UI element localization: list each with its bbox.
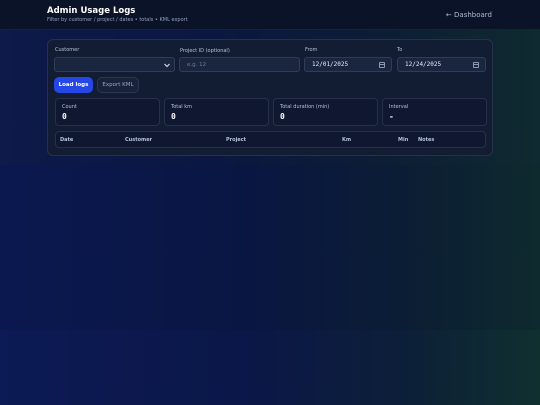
customer-label: Customer <box>55 47 80 53</box>
customer-select[interactable] <box>54 57 175 72</box>
top-bar: Admin Usage Logs Filter by customer / pr… <box>0 0 540 30</box>
chevron-down-icon <box>164 63 170 68</box>
stat-interval: Interval - <box>382 98 487 126</box>
stat-label: Interval <box>389 104 409 110</box>
calendar-icon[interactable] <box>379 62 385 68</box>
stat-value: 0 <box>280 112 285 121</box>
to-date-value: 12/24/2025 <box>405 61 442 68</box>
background-band-bottom <box>0 330 540 405</box>
page-title: Admin Usage Logs <box>47 6 136 16</box>
to-label: To <box>397 47 403 53</box>
column-header-customer: Customer <box>125 137 153 143</box>
stat-label: Total km <box>171 104 193 110</box>
to-date-input[interactable]: 12/24/2025 <box>397 57 486 72</box>
project-id-input[interactable]: e.g. 12 <box>179 57 300 72</box>
column-header-km: Km <box>342 137 352 143</box>
stat-total-km: Total km 0 <box>164 98 269 126</box>
load-logs-button[interactable]: Load logs <box>54 77 93 93</box>
stat-count: Count 0 <box>55 98 160 126</box>
logs-table-header: Date Customer Project Km Min Notes <box>55 131 486 148</box>
project-id-placeholder: e.g. 12 <box>187 61 207 68</box>
column-header-notes: Notes <box>418 137 435 143</box>
from-date-input[interactable]: 12/01/2025 <box>304 57 392 72</box>
page-subtitle: Filter by customer / project / dates • t… <box>47 17 188 23</box>
column-header-min: Min <box>398 137 409 143</box>
stat-value: 0 <box>171 112 176 121</box>
calendar-icon[interactable] <box>473 62 479 68</box>
stat-total-duration: Total duration (min) 0 <box>273 98 378 126</box>
background-band-middle <box>0 165 540 330</box>
column-header-project: Project <box>226 137 247 143</box>
stat-label: Total duration (min) <box>280 104 330 110</box>
export-kml-button[interactable]: Export KML <box>97 77 139 93</box>
from-date-value: 12/01/2025 <box>312 61 349 68</box>
from-label: From <box>305 47 318 53</box>
stat-label: Count <box>62 104 77 110</box>
column-header-date: Date <box>60 137 74 143</box>
dashboard-link[interactable]: ← Dashboard <box>446 11 492 19</box>
project-label: Project ID (optional) <box>180 48 230 54</box>
stat-value: - <box>389 112 394 121</box>
stat-value: 0 <box>62 112 67 121</box>
